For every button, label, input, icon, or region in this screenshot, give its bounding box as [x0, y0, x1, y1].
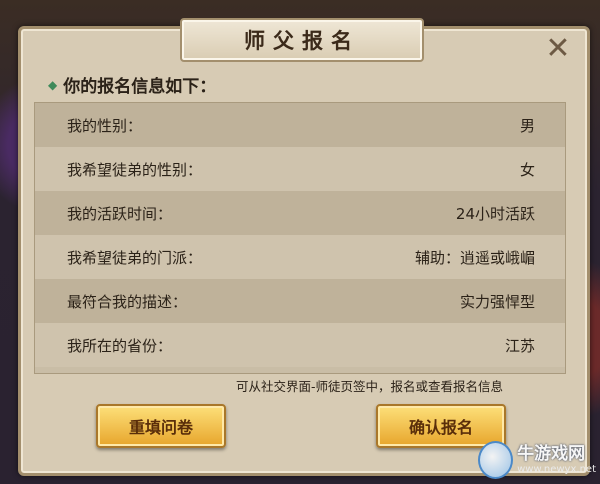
- hint-text: 可从社交界面-师徒页签中，报名或查看报名信息: [236, 379, 504, 394]
- refill-questionnaire-button[interactable]: 重填问卷: [96, 404, 226, 448]
- info-row-description: 最符合我的描述： 实力强悍型: [35, 279, 565, 323]
- info-row-province: 我所在的省份： 江苏: [35, 323, 565, 367]
- dialog-title-plate: 师父报名: [180, 18, 424, 62]
- intro-text: 你的报名信息如下：: [63, 77, 217, 97]
- close-button[interactable]: ✕: [540, 30, 576, 66]
- diamond-bullet-icon: ◆: [48, 77, 58, 92]
- dialog-title: 师父报名: [244, 28, 360, 53]
- close-icon: ✕: [545, 30, 571, 66]
- info-label: 我所在的省份：: [67, 336, 173, 355]
- info-row-gender: 我的性别： 男: [35, 103, 565, 147]
- info-label: 我的性别：: [67, 116, 143, 135]
- cow-logo-icon: [478, 441, 514, 479]
- registration-info-panel: 我的性别： 男 我希望徒弟的性别： 女 我的活跃时间： 24小时活跃 我希望徒弟…: [34, 102, 566, 374]
- info-value: 男: [519, 116, 535, 135]
- info-value: 女: [519, 160, 535, 179]
- site-watermark: 牛游戏网 www.newyx.net: [478, 438, 596, 482]
- info-row-apprentice-school: 我希望徒弟的门派： 辅助：逍遥或峨嵋: [35, 235, 565, 279]
- info-value: 江苏: [504, 336, 535, 355]
- info-value: 辅助：逍遥或峨嵋: [414, 248, 535, 267]
- info-label: 我希望徒弟的性别：: [67, 160, 203, 179]
- info-label: 我的活跃时间：: [67, 204, 173, 223]
- watermark-name: 牛游戏网: [517, 444, 586, 465]
- intro-line: ◆ 你的报名信息如下：: [48, 72, 216, 97]
- watermark-url: www.newyx.net: [517, 463, 596, 475]
- info-label: 我希望徒弟的门派：: [67, 248, 203, 267]
- info-row-active-time: 我的活跃时间： 24小时活跃: [35, 191, 565, 235]
- info-row-apprentice-gender: 我希望徒弟的性别： 女: [35, 147, 565, 191]
- info-value: 实力强悍型: [459, 292, 535, 311]
- info-value: 24小时活跃: [455, 204, 535, 223]
- info-label: 最符合我的描述：: [67, 292, 188, 311]
